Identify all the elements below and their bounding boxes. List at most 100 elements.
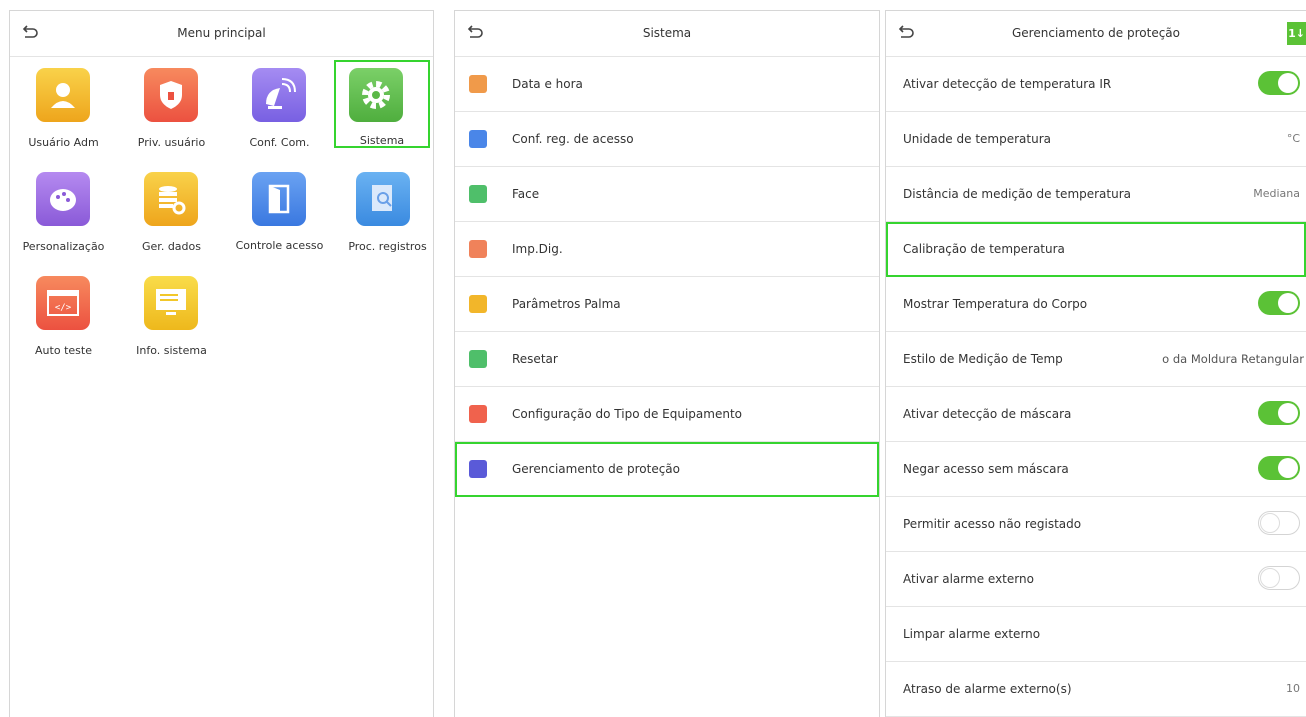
allow-unregistered-toggle[interactable] [1258,511,1300,535]
setting-row-measure-distance[interactable]: Distância de medição de temperatura Medi… [886,167,1306,222]
setting-label: Atraso de alarme externo(s) [903,682,1072,696]
protection-panel: Gerenciamento de proteção 1↓ Ativar dete… [885,10,1306,717]
svg-text:</>: </> [55,303,72,313]
setting-label: Ativar detecção de máscara [903,407,1072,421]
tile-label: Sistema [359,134,405,147]
tile-auto-teste[interactable]: </> Auto teste [10,268,117,372]
tile-label: Ger. dados [142,240,201,253]
system-panel: Sistema Data e hora Conf. reg. de acesso… [454,10,880,717]
list-item-conf-reg-acesso[interactable]: Conf. reg. de acesso [455,112,879,167]
setting-row-temp-unit[interactable]: Unidade de temperatura °C [886,112,1306,167]
tile-ger-dados[interactable]: Ger. dados [118,164,225,268]
setting-label: Mostrar Temperatura do Corpo [903,297,1088,311]
tile-label: Personalização [22,240,105,253]
setting-label: Unidade de temperatura [903,132,1051,146]
setting-row-alarm-delay[interactable]: Atraso de alarme externo(s) 10 [886,662,1306,717]
main-menu-panel: Menu principal Usuário Adm Priv. usuário… [9,10,434,717]
tile-label: Conf. Com. [249,136,310,149]
tile-sistema[interactable]: Sistema [334,60,430,148]
tile-label: Priv. usuário [137,136,206,149]
main-menu-header: Menu principal [10,11,433,57]
system-header: Sistema [455,11,879,57]
list-item-label: Conf. reg. de acesso [512,132,634,146]
protection-shield-icon [469,460,487,478]
sort-icon[interactable]: 1↓ [1287,22,1306,45]
list-item-label: Configuração do Tipo de Equipamento [512,407,742,421]
tile-priv-usuario[interactable]: Priv. usuário [118,60,225,164]
setting-value: Mediana [1253,187,1300,200]
setting-value: 10 [1286,682,1300,695]
clock-icon [469,75,487,93]
setting-label: Limpar alarme externo [903,627,1041,641]
shield-lock-icon [144,68,198,122]
setting-row-show-body-temp[interactable]: Mostrar Temperatura do Corpo [886,277,1306,332]
show-body-temp-toggle[interactable] [1258,291,1300,315]
list-item-imp-dig[interactable]: Imp.Dig. [455,222,879,277]
monitor-icon [144,276,198,330]
fingerprint-icon [469,240,487,258]
tile-controle-acesso[interactable]: Controle acesso [226,164,333,268]
ir-detection-toggle[interactable] [1258,71,1300,95]
setting-row-deny-no-mask[interactable]: Negar acesso sem máscara [886,442,1306,497]
setting-row-external-alarm[interactable]: Ativar alarme externo [886,552,1306,607]
tile-conf-com[interactable]: Conf. Com. [226,60,333,164]
setting-row-allow-unregistered[interactable]: Permitir acesso não registado [886,497,1306,552]
system-menu-list: Data e hora Conf. reg. de acesso Face Im… [455,57,879,497]
gear-icon [349,68,403,122]
protection-settings-list: Ativar detecção de temperatura IR Unidad… [886,57,1306,717]
list-item-label: Parâmetros Palma [512,297,621,311]
tile-label: Proc. registros [348,240,427,253]
setting-label: Ativar detecção de temperatura IR [903,77,1112,91]
setting-row-measure-style[interactable]: Estilo de Medição de Temp o da Moldura R… [886,332,1306,387]
setting-label: Ativar alarme externo [903,572,1034,586]
list-item-face[interactable]: Face [455,167,879,222]
satellite-dish-icon [252,68,306,122]
page-title: Menu principal [177,26,266,40]
list-item-resetar[interactable]: Resetar [455,332,879,387]
tile-label: Info. sistema [136,344,207,357]
list-item-data-e-hora[interactable]: Data e hora [455,57,879,112]
list-item-label: Gerenciamento de proteção [512,462,680,476]
tile-info-sistema[interactable]: Info. sistema [118,268,225,372]
setting-row-temp-calibration[interactable]: Calibração de temperatura [886,222,1306,277]
page-title: Sistema [642,26,692,40]
setting-label: Distância de medição de temperatura [903,187,1132,201]
setting-row-mask-detection[interactable]: Ativar detecção de máscara [886,387,1306,442]
search-document-icon [356,172,410,226]
tile-label: Controle acesso [235,239,324,252]
mask-detection-toggle[interactable] [1258,401,1300,425]
protection-header: Gerenciamento de proteção 1↓ [886,11,1306,57]
external-alarm-toggle[interactable] [1258,566,1300,590]
page-title: Gerenciamento de proteção [1012,26,1180,40]
palm-icon [469,295,487,313]
tile-label: Usuário Adm [28,136,99,149]
door-icon [252,172,306,226]
setting-row-ir-detection[interactable]: Ativar detecção de temperatura IR [886,57,1306,112]
setting-value: °C [1286,132,1300,145]
setting-label: Calibração de temperatura [903,242,1065,256]
setting-label: Estilo de Medição de Temp [903,352,1063,366]
setting-row-clear-alarm[interactable]: Limpar alarme externo [886,607,1306,662]
tile-usuario-adm[interactable]: Usuário Adm [10,60,117,164]
list-item-label: Resetar [512,352,558,366]
database-gear-icon [144,172,198,226]
list-item-gerenciamento-protecao[interactable]: Gerenciamento de proteção [455,442,879,497]
tile-proc-registros[interactable]: Proc. registros [334,164,433,268]
reset-icon [469,350,487,368]
list-item-label: Imp.Dig. [512,242,563,256]
record-settings-icon [469,130,487,148]
code-window-icon: </> [36,276,90,330]
admin-user-icon [36,68,90,122]
face-icon [469,185,487,203]
tile-personalizacao[interactable]: Personalização [10,164,117,268]
setting-label: Permitir acesso não registado [903,517,1082,531]
deny-no-mask-toggle[interactable] [1258,456,1300,480]
setting-label: Negar acesso sem máscara [903,462,1069,476]
list-item-parametros-palma[interactable]: Parâmetros Palma [455,277,879,332]
setting-value: o da Moldura Retangular [1162,352,1304,366]
tile-label: Auto teste [35,344,92,357]
list-item-tipo-equipamento[interactable]: Configuração do Tipo de Equipamento [455,387,879,442]
device-type-icon [469,405,487,423]
list-item-label: Data e hora [512,77,583,91]
list-item-label: Face [512,187,540,201]
